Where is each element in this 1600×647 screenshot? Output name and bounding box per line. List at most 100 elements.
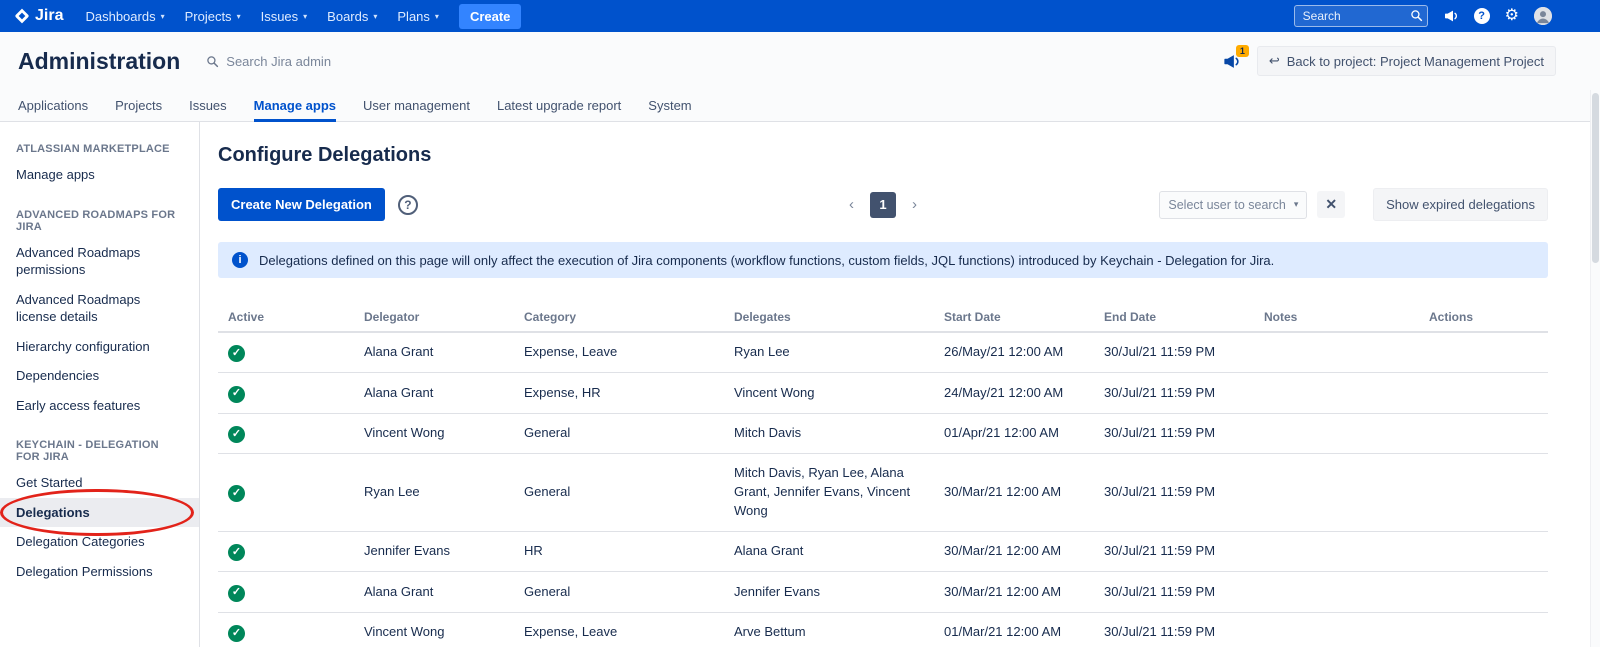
show-expired-delegations-button[interactable]: Show expired delegations — [1373, 188, 1548, 221]
user-avatar[interactable] — [1534, 7, 1552, 25]
sidebar-item-advanced-roadmaps-license-details[interactable]: Advanced Roadmaps license details — [0, 285, 199, 332]
main-content: Configure Delegations Create New Delegat… — [200, 122, 1600, 647]
delegations-table: ActiveDelegatorCategoryDelegatesStart Da… — [218, 302, 1548, 647]
sidebar-item-delegation-permissions[interactable]: Delegation Permissions — [0, 557, 199, 587]
column-header-category: Category — [514, 302, 724, 332]
notification-icon[interactable]: 1 — [1222, 52, 1241, 71]
sidebar-item-manage-apps[interactable]: Manage apps — [0, 160, 199, 190]
cell-notes — [1254, 332, 1419, 373]
jira-logo[interactable]: Jira — [14, 7, 63, 25]
topbar-nav-issues[interactable]: Issues▾ — [251, 0, 318, 32]
create-new-delegation-button[interactable]: Create New Delegation — [218, 188, 385, 221]
table-row: ✓Alana GrantExpense, LeaveRyan Lee26/May… — [218, 332, 1548, 373]
cell-end-date: 30/Jul/21 11:59 PM — [1094, 612, 1254, 647]
help-icon[interactable]: ? — [1474, 8, 1490, 24]
admin-search — [206, 54, 396, 69]
announcement-icon[interactable] — [1443, 8, 1459, 24]
chevron-down-icon: ▾ — [237, 12, 241, 21]
sidebar-item-advanced-roadmaps-permissions[interactable]: Advanced Roadmaps permissions — [0, 238, 199, 285]
cell-delegates: Alana Grant — [724, 531, 934, 571]
active-check-icon: ✓ — [228, 544, 245, 561]
active-check-icon: ✓ — [228, 585, 245, 602]
cell-actions — [1419, 373, 1548, 413]
cell-delegator: Alana Grant — [354, 373, 514, 413]
cell-delegates: Ryan Lee — [724, 332, 934, 373]
back-to-project-button[interactable]: ↩ Back to project: Project Management Pr… — [1257, 46, 1556, 76]
cell-delegator: Vincent Wong — [354, 612, 514, 647]
global-search-input[interactable] — [1294, 5, 1428, 27]
sidebar-item-hierarchy-configuration[interactable]: Hierarchy configuration — [0, 332, 199, 362]
cell-active: ✓ — [218, 373, 354, 413]
sidebar-item-delegations[interactable]: Delegations — [0, 498, 199, 528]
table-row: ✓Jennifer EvansHRAlana Grant30/Mar/21 12… — [218, 531, 1548, 571]
top-navigation-bar: Jira Dashboards▾Projects▾Issues▾Boards▾P… — [0, 0, 1600, 32]
sidebar-item-label: Get Started — [16, 475, 82, 490]
topbar-nav-label: Dashboards — [85, 9, 155, 24]
topbar-nav-plans[interactable]: Plans▾ — [387, 0, 449, 32]
tab-projects[interactable]: Projects — [115, 90, 162, 122]
tab-user-management[interactable]: User management — [363, 90, 470, 122]
cell-start-date: 30/Mar/21 12:00 AM — [934, 454, 1094, 532]
user-search-select[interactable]: Select user to search ▾ — [1159, 191, 1307, 219]
sidebar-section-header-advanced-roadmaps-for-jira: ADVANCED ROADMAPS FOR JIRA — [0, 200, 199, 238]
global-search — [1294, 5, 1428, 27]
sidebar-item-early-access-features[interactable]: Early access features — [0, 391, 199, 421]
cell-category: HR — [514, 531, 724, 571]
tab-manage-apps[interactable]: Manage apps — [254, 90, 336, 122]
search-icon — [1410, 9, 1423, 22]
page-scrollbar[interactable] — [1590, 90, 1600, 647]
sidebar-item-delegation-categories[interactable]: Delegation Categories — [0, 527, 199, 557]
pagination-prev-button[interactable]: ‹ — [845, 194, 858, 215]
table-row: ✓Ryan LeeGeneralMitch Davis, Ryan Lee, A… — [218, 454, 1548, 532]
cell-end-date: 30/Jul/21 11:59 PM — [1094, 454, 1254, 532]
pagination-next-button[interactable]: › — [908, 194, 921, 215]
gear-icon[interactable]: ⚙ — [1505, 8, 1519, 24]
cell-actions — [1419, 332, 1548, 373]
cell-category: General — [514, 572, 724, 612]
cell-end-date: 30/Jul/21 11:59 PM — [1094, 373, 1254, 413]
cell-active: ✓ — [218, 454, 354, 532]
page-section-title: Administration — [18, 48, 180, 75]
cell-delegates: Mitch Davis, Ryan Lee, Alana Grant, Jenn… — [724, 454, 934, 532]
help-icon[interactable]: ? — [398, 195, 418, 215]
column-header-active: Active — [218, 302, 354, 332]
admin-header-right: 1 ↩ Back to project: Project Management … — [1222, 46, 1556, 76]
cell-start-date: 01/Apr/21 12:00 AM — [934, 413, 1094, 453]
cell-end-date: 30/Jul/21 11:59 PM — [1094, 531, 1254, 571]
topbar-nav-dashboards[interactable]: Dashboards▾ — [75, 0, 174, 32]
tab-latest-upgrade-report[interactable]: Latest upgrade report — [497, 90, 621, 122]
pagination-current-page: 1 — [870, 192, 896, 218]
cell-active: ✓ — [218, 332, 354, 373]
clear-filter-button[interactable]: ✕ — [1317, 191, 1345, 218]
back-to-project-label: Back to project: Project Management Proj… — [1287, 54, 1544, 69]
sidebar-item-label: Delegation Permissions — [16, 564, 153, 579]
topbar-nav: Dashboards▾Projects▾Issues▾Boards▾Plans▾ — [75, 0, 448, 32]
sidebar-item-label: Advanced Roadmaps license details — [16, 292, 140, 325]
sidebar-item-label: Hierarchy configuration — [16, 339, 150, 354]
cell-delegates: Jennifer Evans — [724, 572, 934, 612]
admin-header: Administration 1 ↩ Back to project: Proj… — [0, 32, 1600, 90]
page-title: Configure Delegations — [218, 144, 1548, 167]
table-header-row: ActiveDelegatorCategoryDelegatesStart Da… — [218, 302, 1548, 332]
sidebar-item-dependencies[interactable]: Dependencies — [0, 361, 199, 391]
cell-notes — [1254, 413, 1419, 453]
topbar-nav-projects[interactable]: Projects▾ — [175, 0, 251, 32]
cell-notes — [1254, 454, 1419, 532]
topbar-nav-boards[interactable]: Boards▾ — [317, 0, 387, 32]
jira-logo-text: Jira — [35, 7, 63, 25]
table-row: ✓Vincent WongGeneralMitch Davis01/Apr/21… — [218, 413, 1548, 453]
tab-issues[interactable]: Issues — [189, 90, 227, 122]
sidebar-item-get-started[interactable]: Get Started — [0, 468, 199, 498]
tab-applications[interactable]: Applications — [18, 90, 88, 122]
active-check-icon: ✓ — [228, 386, 245, 403]
page-scrollbar-thumb[interactable] — [1592, 93, 1599, 263]
tab-system[interactable]: System — [648, 90, 691, 122]
admin-search-input[interactable] — [226, 54, 396, 69]
cell-start-date: 24/May/21 12:00 AM — [934, 373, 1094, 413]
filter-controls: Select user to search ▾ ✕ Show expired d… — [1159, 188, 1548, 221]
active-check-icon: ✓ — [228, 485, 245, 502]
cell-delegator: Vincent Wong — [354, 413, 514, 453]
column-header-actions: Actions — [1419, 302, 1548, 332]
cell-delegates: Mitch Davis — [724, 413, 934, 453]
create-button[interactable]: Create — [459, 4, 521, 29]
